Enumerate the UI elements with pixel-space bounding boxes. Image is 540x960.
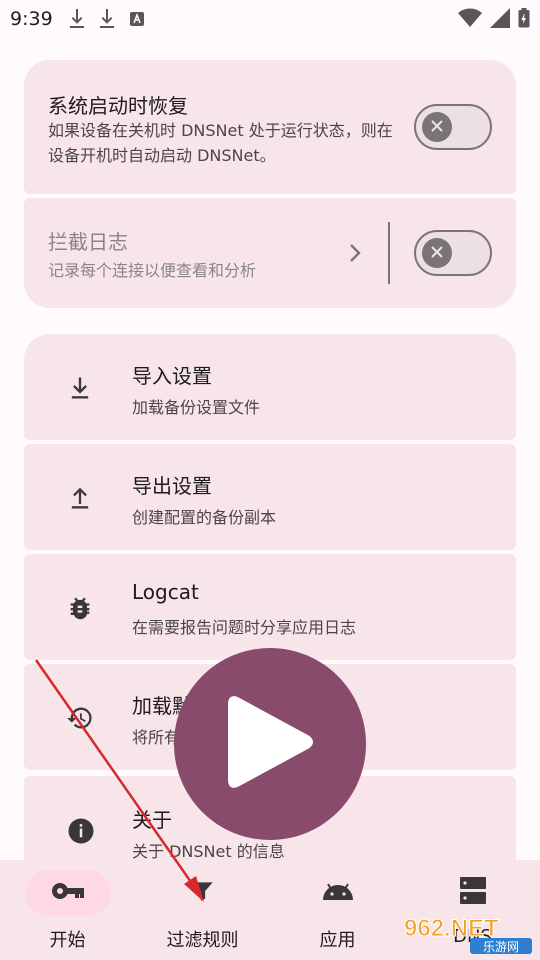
nav-apps-label: 应用 — [319, 930, 356, 951]
download-icon — [66, 374, 94, 406]
load-defaults-desc: 将所有 — [132, 728, 181, 747]
nav-start-label: 开始 — [49, 930, 86, 951]
battery-icon — [518, 8, 530, 28]
restore-on-boot-switch[interactable] — [414, 104, 492, 150]
server-icon — [459, 876, 487, 910]
export-settings-item[interactable]: 导出设置 创建配置的备份副本 — [24, 444, 516, 550]
close-icon — [430, 118, 444, 137]
import-settings-desc: 加载备份设置文件 — [132, 398, 261, 417]
nav-start[interactable]: 开始 — [0, 860, 135, 960]
nav-filter-rules-label: 过滤规则 — [166, 930, 239, 951]
switch-thumb — [422, 238, 452, 268]
block-log-switch[interactable] — [414, 230, 492, 276]
signal-icon — [490, 8, 510, 28]
android-icon — [321, 880, 355, 906]
bug-icon — [66, 594, 94, 626]
logcat-desc: 在需要报告问题时分享应用日志 — [132, 618, 357, 637]
logcat-title: Logcat — [132, 580, 199, 604]
restore-on-boot-title: 系统启动时恢复 — [48, 94, 188, 118]
restore-on-boot-desc: 如果设备在关机时 DNSNet 处于运行状态，则在设备开机时自动启动 DNSNe… — [48, 121, 393, 165]
upload-icon — [66, 484, 94, 516]
watermark-text: 962.NET — [404, 915, 499, 942]
about-desc: 关于 DNSNet 的信息 — [132, 842, 285, 861]
play-icon — [227, 692, 313, 796]
block-log-title: 拦截日志 — [48, 230, 128, 254]
chevron-right-icon[interactable] — [348, 242, 362, 268]
download-notification-icon — [99, 9, 115, 29]
nav-apps[interactable]: 应用 — [270, 860, 405, 960]
watermark-sub: 乐游网 — [483, 940, 519, 954]
import-settings-title: 导入设置 — [132, 364, 212, 388]
wifi-icon — [458, 8, 482, 28]
block-log-desc: 记录每个连接以便查看和分析 — [48, 261, 257, 280]
app-notification-icon — [129, 11, 145, 27]
vertical-divider — [388, 222, 390, 284]
restore-icon — [66, 704, 94, 736]
key-icon — [51, 881, 85, 905]
export-settings-desc: 创建配置的备份副本 — [132, 508, 277, 527]
block-log-row[interactable]: 拦截日志 记录每个连接以便查看和分析 — [24, 198, 516, 308]
start-vpn-fab[interactable] — [174, 648, 366, 840]
status-time: 9:39 — [10, 8, 53, 30]
about-title: 关于 — [132, 808, 172, 832]
nav-icon-container — [430, 870, 516, 916]
logcat-item[interactable]: Logcat 在需要报告问题时分享应用日志 — [24, 554, 516, 660]
status-bar: 9:39 — [0, 0, 540, 38]
restore-on-boot-row[interactable]: 系统启动时恢复 如果设备在关机时 DNSNet 处于运行状态，则在设备开机时自动… — [24, 60, 516, 194]
download-notification-icon — [69, 9, 85, 29]
site-watermark: 962.NET 乐游网 — [400, 912, 536, 956]
info-icon — [66, 816, 96, 850]
nav-filter-rules[interactable]: 过滤规则 — [135, 860, 270, 960]
nav-active-indicator — [25, 870, 111, 916]
import-settings-item[interactable]: 导入设置 加载备份设置文件 — [24, 334, 516, 440]
filter-icon — [190, 878, 216, 908]
switch-thumb — [422, 112, 452, 142]
close-icon — [430, 244, 444, 263]
nav-icon-container — [295, 870, 381, 916]
export-settings-title: 导出设置 — [132, 474, 212, 498]
nav-icon-container — [160, 870, 246, 916]
